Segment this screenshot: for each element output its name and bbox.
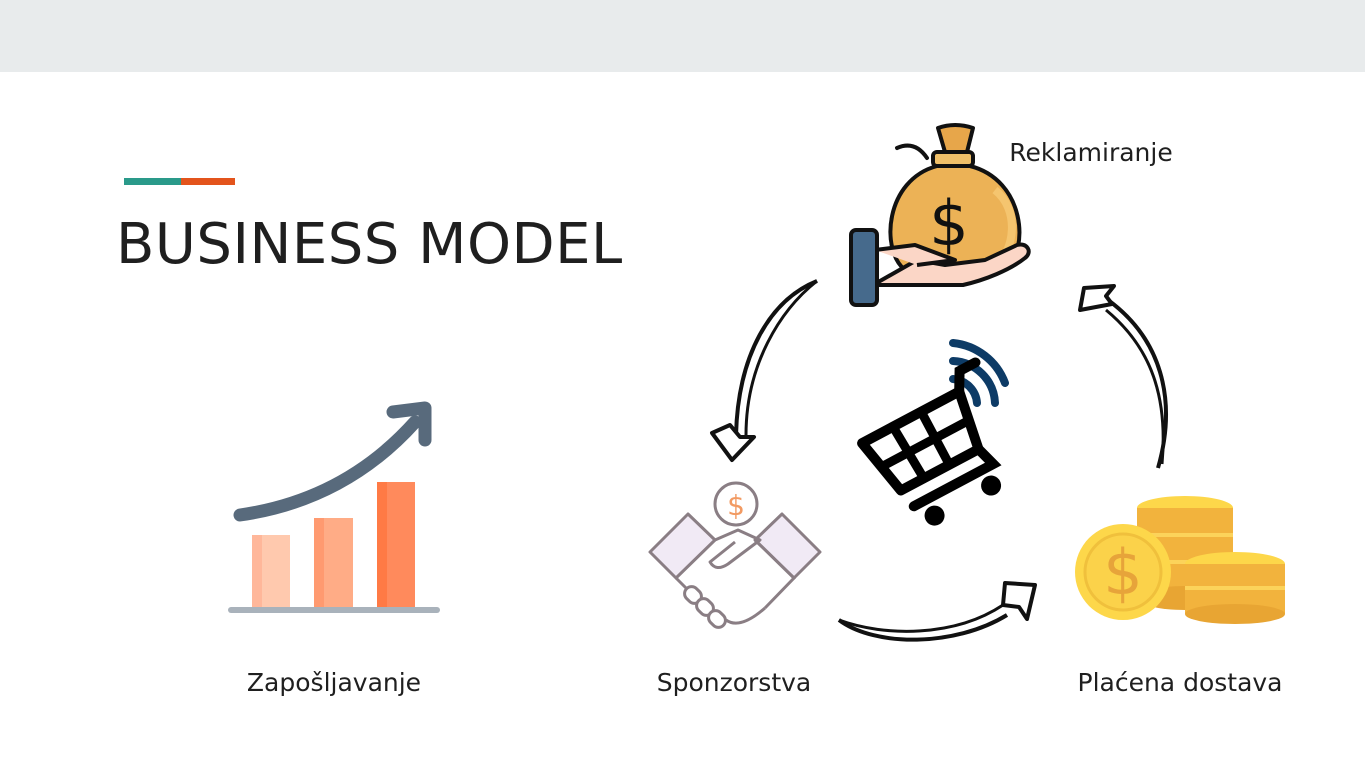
slide-title: BUSINESS MODEL — [116, 212, 623, 277]
growth-chart-icon — [225, 400, 445, 620]
label-sponsorships: Sponzorstva — [656, 668, 812, 697]
label-paid-delivery: Plaćena dostava — [1077, 668, 1283, 697]
handshake-dollar-icon: $ — [640, 480, 830, 640]
svg-text:$: $ — [727, 489, 745, 522]
label-employment: Zapošljavanje — [246, 668, 422, 697]
label-advertising: Reklamiranje — [1009, 138, 1173, 167]
cycle-arrow-right-icon — [835, 575, 1045, 655]
top-bar — [0, 0, 1365, 72]
svg-text:$: $ — [1103, 536, 1142, 609]
svg-text:$: $ — [929, 187, 968, 260]
cycle-arrow-up-icon — [1070, 278, 1180, 473]
title-accent-orange — [181, 178, 235, 185]
coin-stacks-icon: $ — [1073, 490, 1288, 630]
online-shopping-cart-icon — [845, 335, 1015, 540]
cycle-arrow-down-icon — [700, 275, 830, 470]
title-accent-teal — [124, 178, 181, 185]
